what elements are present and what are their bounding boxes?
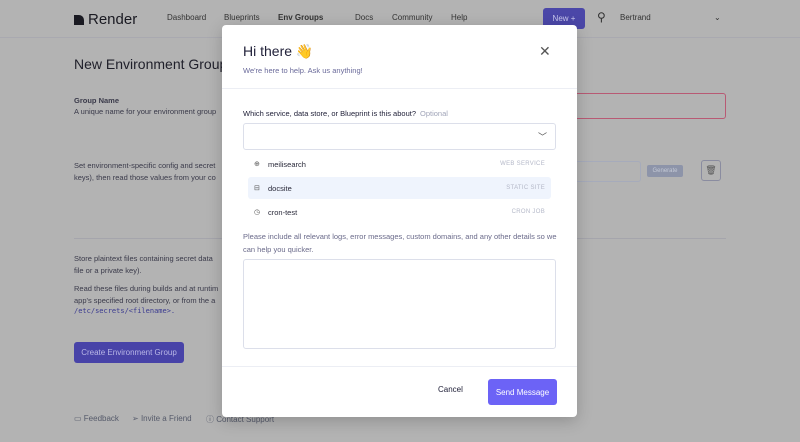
invite-label: Invite a Friend (140, 414, 192, 423)
send-message-button[interactable]: Send Message (488, 379, 557, 405)
chevron-down-icon[interactable]: ⌄ (714, 13, 721, 22)
files-desc: file or a private key). (74, 266, 142, 275)
user-name[interactable]: Bertrand (620, 13, 651, 22)
invite-link[interactable]: ➢ Invite a Friend (132, 414, 192, 423)
nav-blueprints[interactable]: Blueprints (224, 13, 260, 22)
option-name: cron-test (268, 207, 298, 217)
group-name-desc: A unique name for your environment group (74, 107, 217, 116)
user-icon: ⚲ (597, 10, 606, 24)
close-icon[interactable]: ✕ (539, 43, 551, 60)
question-text: Which service, data store, or Blueprint … (243, 109, 416, 118)
modal-subtitle: We're here to help. Ask us anything! (243, 66, 363, 75)
logo-mark-icon (74, 14, 84, 25)
brand-name: Render (88, 11, 138, 28)
option-name: meilisearch (268, 159, 306, 169)
render-logo[interactable]: Render (74, 11, 137, 28)
static-site-icon: ⊟ (254, 185, 260, 192)
message-hint: Please include all relevant logs, error … (243, 232, 557, 254)
option-type: CRON JOB (511, 209, 545, 215)
env-value-input[interactable] (575, 161, 641, 182)
group-name-input[interactable] (560, 93, 726, 119)
support-modal: Hi there 👋 We're here to help. Ask us an… (222, 25, 577, 417)
files-desc: Read these files during builds and at ru… (74, 284, 219, 293)
feedback-label: Feedback (83, 414, 119, 423)
feedback-link[interactable]: ▭ Feedback (74, 414, 119, 423)
chevron-down-icon: ﹀ (537, 132, 547, 142)
message-textarea[interactable] (243, 259, 556, 349)
option-docsite[interactable]: ⊟ docsite STATIC SITE (248, 177, 551, 199)
env-desc: Set environment-specific config and secr… (74, 161, 216, 170)
service-select[interactable]: ﹀ (243, 123, 556, 150)
clock-icon: ◷ (254, 209, 261, 216)
nav-dashboard[interactable]: Dashboard (167, 13, 206, 22)
globe-icon: ⊕ (254, 161, 260, 168)
generate-button[interactable]: Generate (647, 165, 683, 177)
cancel-button[interactable]: Cancel (438, 385, 463, 394)
option-name: docsite (268, 183, 292, 193)
nav-docs[interactable]: Docs (355, 13, 373, 22)
files-path: /etc/secrets/<filename>. (74, 307, 176, 315)
option-type: WEB SERVICE (500, 161, 545, 167)
option-cron-test[interactable]: ◷ cron-test CRON JOB (248, 201, 551, 223)
option-meilisearch[interactable]: ⊕ meilisearch WEB SERVICE (248, 153, 551, 175)
service-question-label: Which service, data store, or Blueprint … (243, 109, 448, 118)
nav-help[interactable]: Help (451, 13, 467, 22)
files-desc: Store plaintext files containing secret … (74, 254, 213, 263)
create-environment-group-button[interactable]: Create Environment Group (74, 342, 184, 363)
optional-tag: Optional (420, 109, 448, 118)
service-dropdown: ⊕ meilisearch WEB SERVICE ⊟ docsite STATIC S… (243, 150, 556, 228)
option-type: STATIC SITE (506, 185, 545, 191)
divider (222, 366, 577, 367)
trash-icon[interactable]: 🗑 (701, 160, 721, 181)
divider (222, 88, 577, 89)
nav-env-groups[interactable]: Env Groups (278, 13, 323, 22)
nav-community[interactable]: Community (392, 13, 432, 22)
modal-title: Hi there 👋 (243, 43, 314, 59)
env-desc: keys), then read those values from your … (74, 173, 216, 182)
page-title: New Environment Group (74, 56, 228, 72)
